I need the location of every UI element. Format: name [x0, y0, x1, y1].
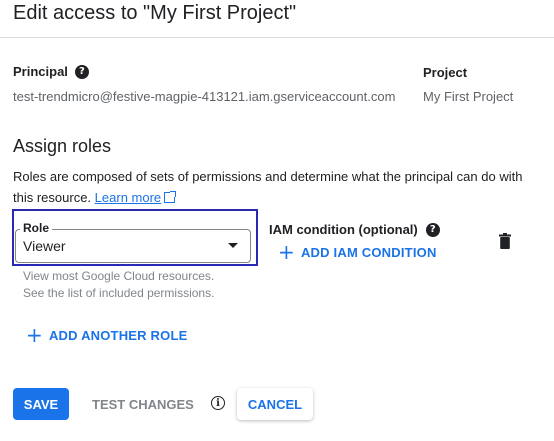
role-hint: View most Google Cloud resources. See th…: [23, 268, 214, 302]
add-another-role-button[interactable]: + ADD ANOTHER ROLE: [26, 325, 187, 345]
project-header: Project: [423, 65, 468, 80]
project-value: My First Project: [423, 89, 514, 104]
role-hint-line1: View most Google Cloud resources.: [23, 269, 215, 283]
plus-icon: +: [26, 323, 43, 347]
role-hint-line2: See the list of included permissions.: [23, 286, 215, 300]
role-select-label: Role: [20, 221, 53, 235]
dialog-title: Edit access to "My First Project": [13, 2, 297, 24]
cancel-button[interactable]: CANCEL: [237, 388, 313, 420]
external-link-icon: [164, 191, 177, 203]
principal-value: test-trendmicro@festive-magpie-413121.ia…: [13, 89, 396, 104]
test-changes-button[interactable]: TEST CHANGES: [92, 397, 194, 412]
iam-help-icon[interactable]: ?: [425, 222, 440, 237]
plus-icon: +: [278, 240, 295, 264]
help-circle-icon[interactable]: ?: [74, 64, 89, 79]
iam-condition-label: IAM condition (optional): [269, 222, 418, 237]
principal-header: Principal: [13, 64, 68, 79]
assign-roles-heading: Assign roles: [13, 136, 112, 156]
info-icon[interactable]: i: [211, 396, 225, 410]
header-divider: [0, 37, 554, 38]
principal-header-row: Principal ?: [13, 64, 89, 79]
learn-more-link[interactable]: Learn more: [95, 190, 161, 205]
description-text: Roles are composed of sets of permission…: [13, 169, 523, 205]
save-button[interactable]: SAVE: [13, 388, 69, 420]
iam-condition-header-row: IAM condition (optional) ?: [269, 222, 440, 237]
trash-icon[interactable]: [499, 233, 511, 249]
add-another-role-label: ADD ANOTHER ROLE: [48, 327, 188, 343]
role-select-value: Viewer: [23, 238, 66, 254]
assign-roles-description: Roles are composed of sets of permission…: [13, 166, 533, 208]
add-iam-condition-button[interactable]: + ADD IAM CONDITION: [278, 242, 437, 262]
add-iam-condition-label: ADD IAM CONDITION: [300, 244, 437, 260]
dropdown-arrow-icon[interactable]: [228, 243, 238, 248]
